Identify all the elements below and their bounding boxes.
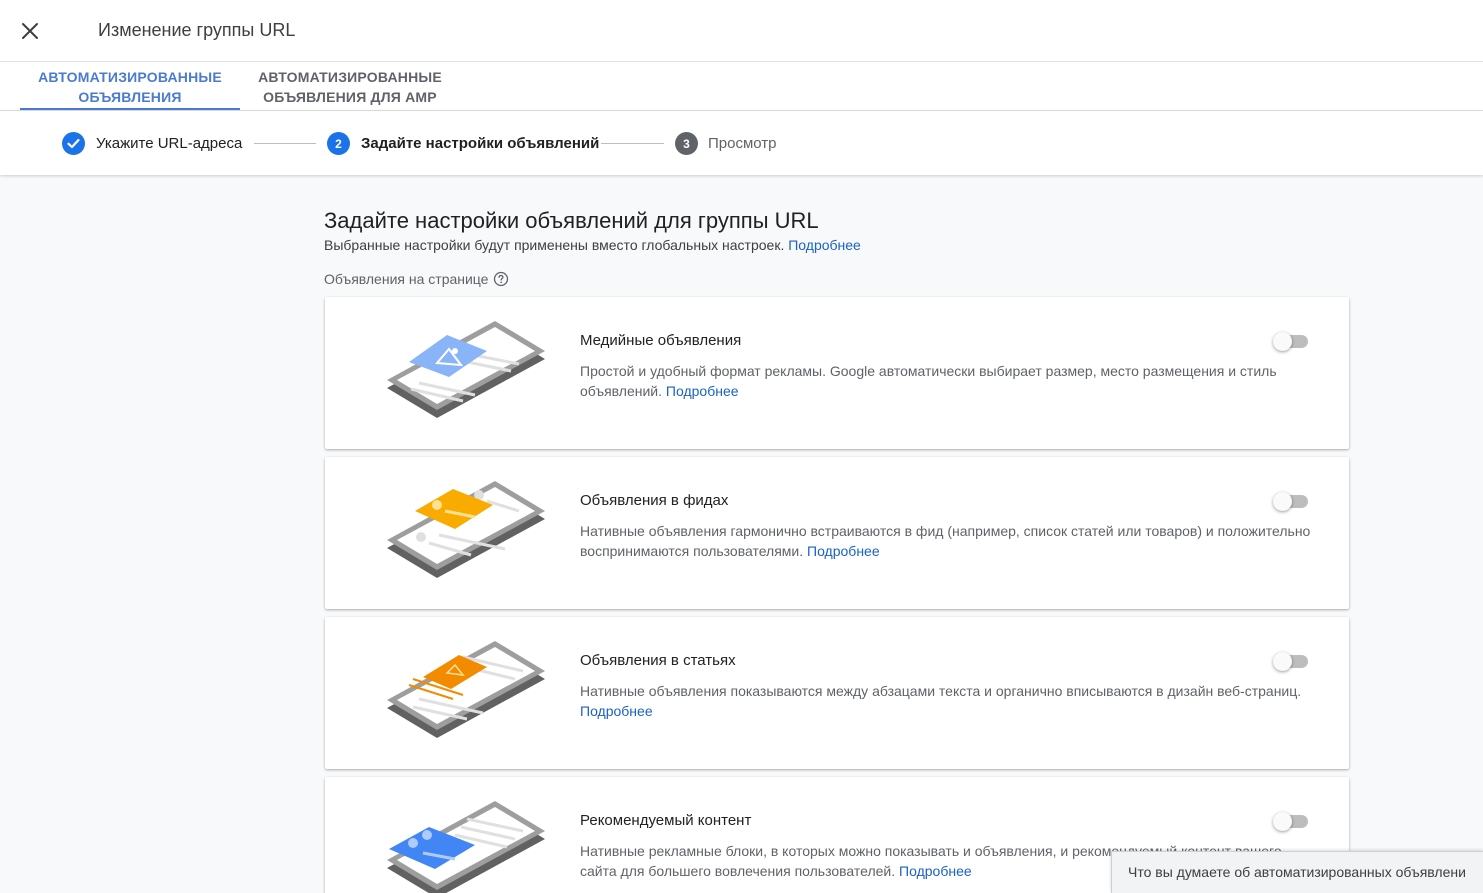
section-title: Задайте настройки объявлений для группы … bbox=[324, 208, 819, 233]
in-feed-ads-toggle[interactable] bbox=[1273, 491, 1309, 511]
page-title: Изменение группы URL bbox=[98, 20, 296, 40]
top-bar: Изменение группы URL bbox=[0, 0, 1483, 62]
step-3-label[interactable]: Просмотр bbox=[708, 135, 777, 152]
card-display-ads-learn-more[interactable]: Подробнее bbox=[666, 383, 739, 399]
in-article-ads-toggle-thumb bbox=[1273, 652, 1292, 671]
step-2-label[interactable]: Задайте настройки объявлений bbox=[361, 135, 599, 152]
card-in-article-ads-text: Нативные объявления показываются между а… bbox=[580, 683, 1302, 699]
step-connector-2 bbox=[601, 143, 664, 144]
tab-auto-ads-amp[interactable]: Автоматизированные объявления для AMP bbox=[240, 62, 460, 111]
in-article-ads-toggle[interactable] bbox=[1273, 651, 1309, 671]
active-tab-indicator bbox=[20, 108, 240, 110]
step-1-check bbox=[62, 132, 85, 155]
feedback-button[interactable]: Что вы думаете об автоматизированных объ… bbox=[1111, 851, 1483, 893]
step-3-number: 3 bbox=[675, 132, 698, 155]
in-article-ads-illustration bbox=[387, 641, 545, 738]
card-matched-content-learn-more[interactable]: Подробнее bbox=[899, 863, 972, 879]
card-in-feed-ads-title: Объявления в фидах bbox=[580, 492, 729, 509]
check-icon bbox=[67, 138, 80, 149]
display-ads-toggle[interactable] bbox=[1273, 331, 1309, 351]
card-display-ads: Медийные объявления Простой и удобный фо… bbox=[325, 297, 1349, 449]
in-feed-ads-illustration bbox=[387, 481, 545, 578]
card-in-feed-ads: Объявления в фидах Нативные объявления г… bbox=[325, 457, 1349, 609]
card-in-article-ads-title: Объявления в статьях bbox=[580, 652, 736, 669]
on-page-ads-label-text: Объявления на странице bbox=[324, 271, 489, 287]
tab-bar: Автоматизированные объявления Автоматизи… bbox=[0, 62, 1483, 111]
card-in-feed-ads-description: Нативные объявления гармонично встраиваю… bbox=[580, 521, 1320, 561]
on-page-ads-label: Объявления на странице bbox=[324, 271, 509, 287]
close-icon bbox=[22, 23, 38, 39]
step-1-label[interactable]: Укажите URL-адреса bbox=[96, 135, 242, 152]
tab-auto-ads-label: Автоматизированные объявления bbox=[38, 68, 222, 105]
section-subtitle: Выбранные настройки будут применены вмес… bbox=[324, 237, 861, 253]
matched-content-toggle-thumb bbox=[1273, 812, 1292, 831]
display-ads-illustration bbox=[387, 321, 545, 418]
learn-more-link[interactable]: Подробнее bbox=[788, 237, 861, 253]
in-feed-ads-toggle-thumb bbox=[1273, 492, 1292, 511]
card-in-feed-ads-text: Нативные объявления гармонично встраиваю… bbox=[580, 523, 1311, 559]
help-icon[interactable] bbox=[493, 271, 509, 287]
card-in-article-ads: Объявления в статьях Нативные объявления… bbox=[325, 617, 1349, 769]
card-display-ads-title: Медийные объявления bbox=[580, 332, 742, 349]
card-in-article-ads-description: Нативные объявления показываются между а… bbox=[580, 681, 1320, 721]
stepper: Укажите URL-адреса 2 Задайте настройки о… bbox=[0, 111, 1483, 175]
matched-content-illustration bbox=[387, 801, 545, 893]
card-matched-content-title: Рекомендуемый контент bbox=[580, 812, 752, 829]
display-ads-toggle-thumb bbox=[1273, 332, 1292, 351]
card-in-article-ads-learn-more[interactable]: Подробнее bbox=[580, 703, 653, 719]
tab-auto-ads-amp-label: Автоматизированные объявления для AMP bbox=[258, 68, 442, 105]
matched-content-toggle[interactable] bbox=[1273, 811, 1309, 831]
section-subtitle-text: Выбранные настройки будут применены вмес… bbox=[324, 237, 785, 253]
close-button[interactable] bbox=[14, 15, 46, 47]
step-2-number: 2 bbox=[327, 132, 350, 155]
card-display-ads-description: Простой и удобный формат рекламы. Google… bbox=[580, 361, 1320, 401]
card-in-feed-ads-learn-more[interactable]: Подробнее bbox=[807, 543, 880, 559]
step-connector-1 bbox=[254, 143, 316, 144]
tab-auto-ads[interactable]: Автоматизированные объявления bbox=[20, 62, 240, 111]
